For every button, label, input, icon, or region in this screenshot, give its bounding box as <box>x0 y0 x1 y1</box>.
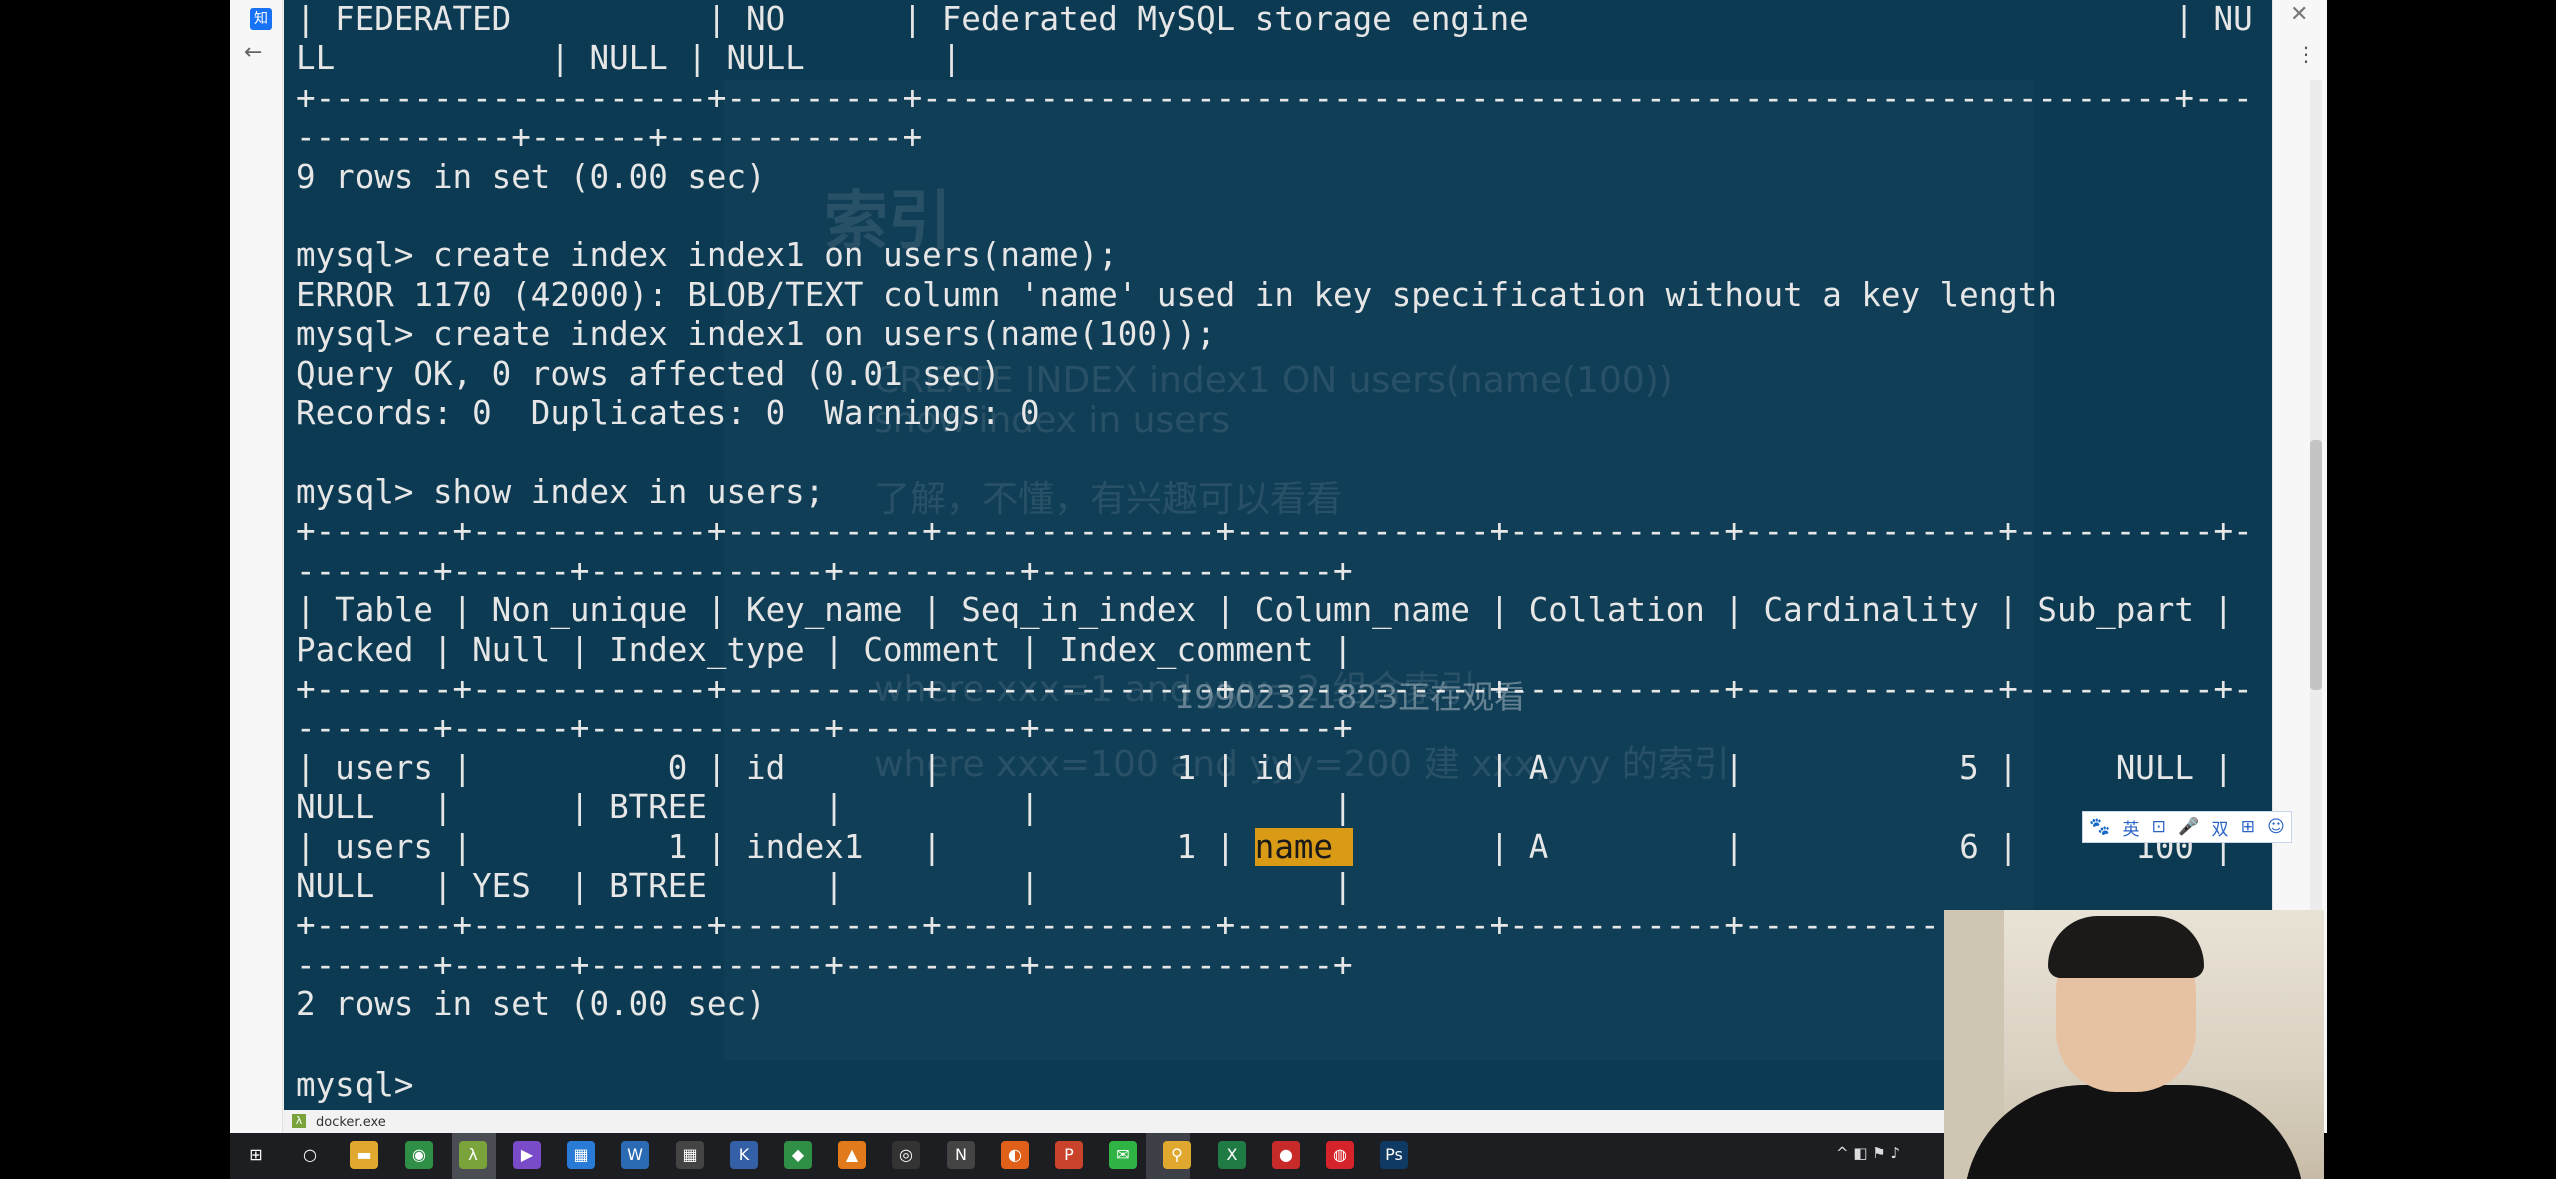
webcam-person-body <box>1964 1085 2304 1179</box>
terminal-line: -------+------+------------+---------+--… <box>296 945 1353 984</box>
vlc-icon[interactable]: ▲ <box>838 1141 866 1169</box>
ime-language-toggle[interactable]: 英 <box>2122 815 2139 840</box>
game-app-icon[interactable]: ◆ <box>784 1141 812 1169</box>
cmder-lambda-icon: λ <box>292 1114 306 1128</box>
visual-studio-icon[interactable]: ▶ <box>513 1141 541 1169</box>
system-tray[interactable]: ^ ◧ ⚑ ♪ <box>1836 1144 1900 1162</box>
desktop-screen: 知 ← ✕ ⋮ 索引 CREATE INDEX index1 ON users(… <box>0 0 2556 1179</box>
search-circle-icon[interactable]: ○ <box>296 1141 324 1169</box>
k-app-icon[interactable]: K <box>730 1141 758 1169</box>
more-menu-icon[interactable]: ⋮ <box>2296 42 2316 66</box>
powerpoint-icon[interactable]: P <box>1055 1141 1083 1169</box>
terminal-line: mysql> create index index1 on users(name… <box>296 236 1118 275</box>
ws-app-icon[interactable]: W <box>621 1141 649 1169</box>
terminal-line: | users | 0 | id | 1 | id | A | 5 | NULL… <box>296 748 2234 787</box>
file-explorer-icon[interactable]: ▬ <box>350 1141 378 1169</box>
highlighted-name-cell[interactable]: name <box>1254 827 1353 866</box>
photoshop-icon[interactable]: Ps <box>1380 1141 1408 1169</box>
active-process-label: docker.exe <box>316 1115 386 1130</box>
close-icon[interactable]: ✕ <box>2290 2 2308 27</box>
terminal-line: ERROR 1170 (42000): BLOB/TEXT column 'na… <box>296 275 2057 314</box>
terminal-line: -----------+------+------------+ <box>296 118 923 157</box>
viewer-watermark: 19902321823正在观看 <box>1174 678 1526 716</box>
ime-full-width-toggle[interactable]: 双 <box>2212 815 2229 840</box>
cmder-icon[interactable]: λ <box>459 1141 487 1169</box>
calculator-icon[interactable]: ▦ <box>676 1141 704 1169</box>
ime-microphone-icon[interactable]: 🎤 <box>2178 817 2199 837</box>
notion-icon[interactable]: N <box>947 1141 975 1169</box>
excel-icon[interactable]: X <box>1218 1141 1246 1169</box>
scrollbar-thumb[interactable] <box>2310 440 2322 690</box>
netease-music-icon[interactable]: ◍ <box>1326 1141 1354 1169</box>
terminal-line: Records: 0 Duplicates: 0 Warnings: 0 <box>296 394 1040 433</box>
search-tool-icon[interactable]: ⚲ <box>1163 1141 1191 1169</box>
windows-start-icon[interactable]: ⊞ <box>242 1141 270 1169</box>
back-arrow-icon[interactable]: ← <box>244 40 262 65</box>
wechat-icon[interactable]: ✉ <box>1109 1141 1137 1169</box>
terminal-line-index1: | users | 1 | index1 | 1 | name | A | 6 … <box>296 827 2233 866</box>
webcam-overlay <box>1944 910 2324 1179</box>
ime-grid-icon[interactable]: ⊞ <box>2241 817 2255 837</box>
input-method-toolbar[interactable]: 🐾 英 ⊡ 🎤 双 ⊞ ☺ <box>2082 811 2292 843</box>
row-index1-prefix: | users | 1 | index1 | 1 | <box>296 827 1255 866</box>
terminal-line: NULL | YES | BTREE | | | <box>296 866 1353 905</box>
terminal-line: mysql> create index index1 on users(name… <box>296 315 1216 354</box>
chrome-icon[interactable]: ◉ <box>405 1141 433 1169</box>
browser-left-rail <box>230 0 283 1133</box>
webcam-person-hair <box>2048 916 2204 978</box>
red-app-icon[interactable]: ● <box>1272 1141 1300 1169</box>
terminal-line: 2 rows in set (0.00 sec) <box>296 985 766 1024</box>
zhihu-tab-icon[interactable]: 知 <box>250 8 272 30</box>
ime-emoji-icon[interactable]: ☺ <box>2267 817 2285 837</box>
terminal-line: -------+------+------------+---------+--… <box>296 551 1353 590</box>
terminal-line: | Table | Non_unique | Key_name | Seq_in… <box>296 591 2234 630</box>
ime-keyboard-icon[interactable]: ⊡ <box>2152 817 2166 837</box>
terminal-line: Packed | Null | Index_type | Comment | I… <box>296 630 1353 669</box>
terminal-line: 9 rows in set (0.00 sec) <box>296 157 766 196</box>
terminal-line: NULL | | BTREE | | | <box>296 788 1353 827</box>
mysql-prompt[interactable]: mysql> <box>296 1066 433 1104</box>
firefox-icon[interactable]: ◐ <box>1001 1141 1029 1169</box>
terminal-line: +-------+------------+----------+-------… <box>296 512 2253 551</box>
terminal-line: +--------------------+---------+--------… <box>296 78 2253 117</box>
obs-icon[interactable]: ◎ <box>892 1141 920 1169</box>
calendar-app-icon[interactable]: ▦ <box>567 1141 595 1169</box>
text-cursor <box>433 1064 451 1096</box>
terminal-line: | FEDERATED | NO | Federated MySQL stora… <box>296 0 2253 38</box>
terminal-line: mysql> show index in users; <box>296 472 825 511</box>
terminal-line: Query OK, 0 rows affected (0.01 sec) <box>296 354 1001 393</box>
terminal-line: LL | NULL | NULL | <box>296 39 962 78</box>
ime-paw-icon[interactable]: 🐾 <box>2089 817 2110 837</box>
